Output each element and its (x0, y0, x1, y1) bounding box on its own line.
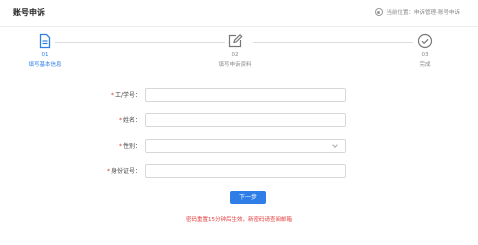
field-label-text: 性别： (122, 143, 141, 150)
step-appeal-materials: 02 填写申诉资料 (200, 33, 270, 68)
step-complete: 03 完成 (390, 33, 460, 68)
check-circle-icon (417, 33, 433, 49)
id-card-input[interactable] (145, 163, 346, 178)
edit-icon (228, 33, 243, 48)
step-connector-2 (253, 42, 413, 43)
gender-select[interactable] (145, 138, 346, 153)
field-label: *工/学号： (100, 90, 145, 99)
page-title: 账号申诉 (13, 8, 45, 17)
form-row-gender: *性别： (100, 138, 350, 153)
password-reset-notice: 密码重置15分钟后生效，新密码请查阅邮箱 (186, 217, 292, 223)
required-mark: * (118, 143, 122, 150)
required-mark: * (110, 92, 114, 99)
step-basic-info: 01 填写基本信息 (10, 33, 80, 68)
next-step-button[interactable]: 下一步 (230, 191, 266, 204)
step-label: 完成 (419, 62, 431, 68)
form-row-name: *姓名： (100, 112, 350, 127)
field-label: *身份证号： (100, 166, 145, 175)
form-row-id-card: *身份证号： (100, 163, 350, 178)
required-mark: * (106, 168, 110, 175)
location-icon (374, 8, 383, 16)
name-input[interactable] (145, 112, 346, 127)
field-label-text: 工/学号： (114, 92, 141, 99)
header-bar: 账号申诉 当前位置：申诉管理-账号申诉 (0, 0, 478, 27)
step-label: 填写申诉资料 (218, 62, 252, 68)
field-label: *性别： (100, 141, 145, 150)
breadcrumb-text: 当前位置：申诉管理-账号申诉 (386, 10, 461, 16)
step-number: 03 (421, 52, 429, 58)
staff-student-id-input[interactable] (145, 87, 346, 102)
form-row-id-number: *工/学号： (100, 87, 350, 102)
required-mark: * (118, 117, 122, 124)
step-number: 01 (41, 52, 49, 58)
step-number: 02 (231, 52, 239, 58)
step-label: 填写基本信息 (28, 62, 62, 68)
field-label: *姓名： (100, 115, 145, 124)
document-icon (39, 33, 51, 49)
chevron-down-icon (332, 141, 338, 148)
breadcrumb: 当前位置：申诉管理-账号申诉 (374, 8, 461, 16)
field-label-text: 身份证号： (110, 168, 141, 175)
field-label-text: 姓名： (122, 117, 141, 124)
